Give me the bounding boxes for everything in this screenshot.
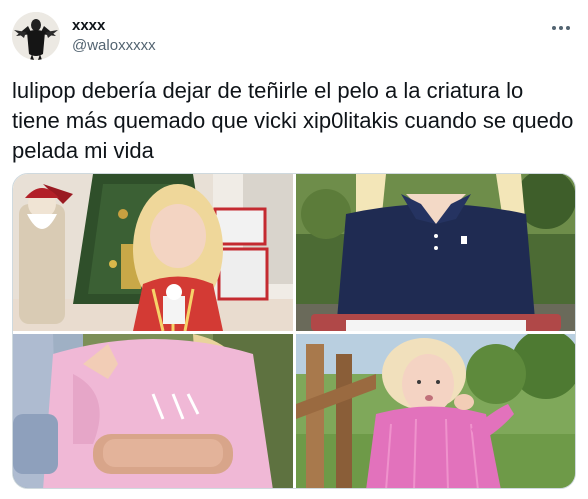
photo-girl-christmas[interactable] bbox=[13, 174, 293, 331]
media-grid bbox=[12, 173, 576, 489]
tweet-text: lulipop debería dejar de teñirle el pelo… bbox=[12, 78, 580, 163]
photo-girl-pink-hoodie-held[interactable] bbox=[13, 334, 293, 488]
display-name[interactable]: xxxx bbox=[72, 17, 105, 35]
photo-girl-navy-polo[interactable] bbox=[296, 174, 575, 331]
photo-girl-pink-dress-garden[interactable] bbox=[296, 334, 575, 488]
avatar[interactable] bbox=[12, 12, 60, 60]
user-handle[interactable]: @waloxxxxx bbox=[72, 37, 156, 55]
tweet: xxxx @waloxxxxx lulipop debería dejar de… bbox=[0, 0, 588, 499]
more-options-icon[interactable] bbox=[548, 20, 574, 36]
